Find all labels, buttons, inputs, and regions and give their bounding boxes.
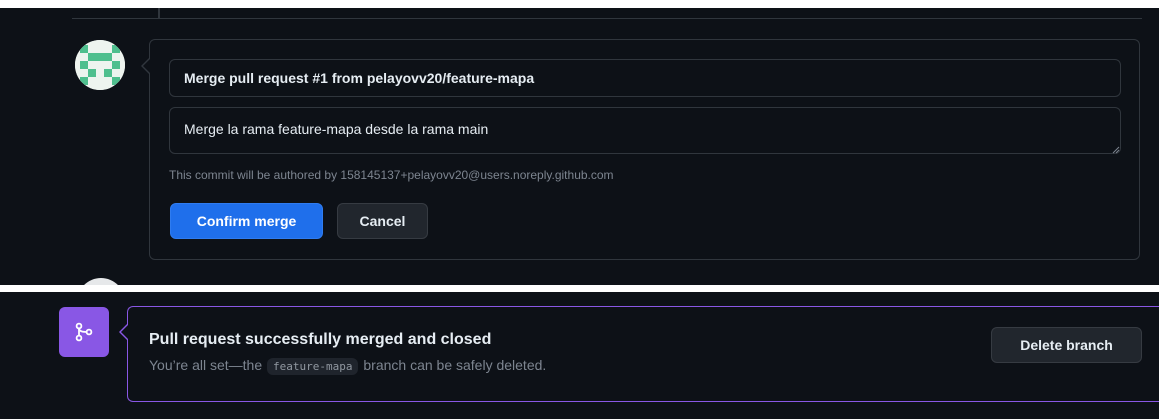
commit-title-input[interactable] (169, 59, 1121, 97)
identicon-avatar-icon (75, 40, 125, 90)
merged-box-caret-fill (121, 325, 128, 339)
timeline-divider (72, 18, 1142, 19)
merge-form-panel: Merge la rama feature-mapa desde la rama… (0, 8, 1159, 285)
confirm-merge-button[interactable]: Confirm merge (170, 203, 323, 239)
timeline-connector (158, 8, 160, 18)
delete-branch-button[interactable]: Delete branch (991, 327, 1142, 363)
commit-author-note: This commit will be authored by 15814513… (169, 168, 614, 182)
merged-description: You’re all set—the feature-mapa branch c… (149, 357, 547, 375)
merged-notice-panel: Pull request successfully merged and clo… (0, 292, 1159, 419)
branch-name-code: feature-mapa (267, 358, 359, 375)
merged-status-badge (59, 307, 109, 357)
merged-desc-suffix: branch can be safely deleted. (363, 357, 547, 373)
git-merge-icon (75, 322, 93, 342)
resize-handle-icon[interactable] (1112, 146, 1120, 154)
next-avatar (77, 278, 125, 285)
commit-body-textarea[interactable]: Merge la rama feature-mapa desde la rama… (169, 107, 1121, 154)
merged-notice-box: Pull request successfully merged and clo… (119, 306, 1159, 402)
cancel-button[interactable]: Cancel (337, 203, 428, 239)
merged-desc-prefix: You’re all set—the (149, 357, 263, 373)
merge-commit-box: Merge la rama feature-mapa desde la rama… (141, 39, 1140, 260)
user-avatar[interactable] (75, 40, 125, 90)
merged-title: Pull request successfully merged and clo… (149, 331, 492, 348)
box-caret-fill (143, 59, 150, 73)
